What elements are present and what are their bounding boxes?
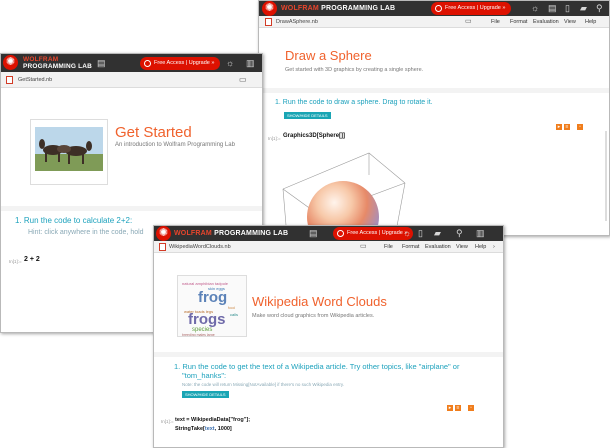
menu-file[interactable]: File	[491, 19, 500, 25]
notebook-icon[interactable]: ▤	[548, 3, 557, 13]
svg-text:food: food	[228, 306, 235, 310]
new-notebook-icon[interactable]: ▯	[565, 3, 570, 13]
svg-text:calls: calls	[230, 312, 238, 317]
code-input[interactable]: 2 + 2	[24, 256, 40, 263]
wolfram-logo-icon[interactable]: ✺	[3, 55, 18, 70]
settings-gear-icon[interactable]: ☼	[531, 3, 539, 13]
section-separator	[259, 88, 609, 93]
notebook-file-icon	[265, 18, 272, 26]
file-bar: GetStarted.nb ▭	[1, 72, 262, 88]
notebook-subtitle: Make word cloud graphics from Wikipedia …	[252, 313, 375, 319]
section-separator	[154, 352, 503, 357]
file-name: WikipediaWordClouds.nb	[169, 244, 231, 250]
step-1-text-line1: 1. Run the code to get the text of a Wik…	[174, 362, 460, 371]
open-folder-icon[interactable]: ▰	[580, 3, 587, 13]
input-label: In[1]:=	[161, 419, 174, 424]
window-wikipedia-word-clouds: ✺ WOLFRAM PROGRAMMING LAB ▤ Free Access …	[153, 225, 504, 448]
notebook-title: Get Started	[115, 124, 192, 141]
menu-more[interactable]: ›	[493, 244, 495, 250]
settings-gear-icon[interactable]: ☼	[226, 58, 234, 68]
code-input-line2[interactable]: StringTake[text, 1000]	[175, 426, 232, 432]
step-1-text-line2: "tom_hanks":	[182, 371, 227, 380]
search-icon[interactable]: ⚲	[596, 3, 603, 13]
note-text: Note: the code will return Missing[NotAv…	[182, 382, 345, 387]
sidebar-icon[interactable]: ▥	[246, 58, 255, 68]
upgrade-button[interactable]: Free Access | Upgrade »	[431, 2, 512, 15]
menu-help[interactable]: Help	[475, 244, 486, 250]
new-notebook-icon[interactable]: ▯	[418, 228, 423, 238]
notebook-subtitle: An introduction to Wolfram Programming L…	[115, 142, 235, 148]
input-label: In[1]:=	[268, 136, 281, 141]
show-hide-details-button[interactable]: SHOW/HIDE DETAILS	[182, 391, 229, 398]
horse-image	[30, 119, 108, 185]
step-1-text: 1. Run the code to calculate 2+2:	[15, 216, 133, 225]
menu-help[interactable]: Help	[585, 19, 596, 25]
menu-evaluation[interactable]: Evaluation	[425, 244, 451, 250]
sidebar-icon[interactable]: ▥	[476, 228, 485, 238]
present-icon[interactable]: ▭	[465, 17, 472, 27]
run-icon[interactable]: ▸	[556, 124, 562, 130]
menu-format[interactable]: Format	[510, 19, 527, 25]
copy-icon[interactable]: ▫	[468, 405, 474, 411]
word-cloud-image: natural amphibian tadpole skin eggs frog…	[177, 275, 247, 337]
menu-format[interactable]: Format	[402, 244, 419, 250]
notebook-icon[interactable]: ▤	[309, 228, 318, 238]
wolfram-logo-icon[interactable]: ✺	[262, 1, 277, 16]
title-bar: ✺ WOLFRAM PROGRAMMING LAB ▤ Free Access |…	[1, 54, 262, 72]
upgrade-button[interactable]: Free Access | Upgrade »	[140, 57, 221, 70]
notebook-icon[interactable]: ▤	[97, 58, 106, 68]
menu-view[interactable]: View	[456, 244, 468, 250]
brand-name: WOLFRAM PROGRAMMING LAB	[281, 5, 396, 12]
file-name: GetStarted.nb	[18, 77, 53, 83]
hint-text: Hint: click anywhere in the code, hold	[28, 229, 144, 236]
menu-file[interactable]: File	[384, 244, 393, 250]
title-bar: ✺ WOLFRAM PROGRAMMING LAB Free Access | …	[259, 1, 609, 16]
show-hide-details-button[interactable]: SHOW/HIDE DETAILS	[284, 112, 331, 119]
file-bar: DrawASphere.nb ▭ File Format Evaluation …	[259, 16, 609, 28]
present-icon[interactable]: ▭	[360, 242, 367, 252]
menu-evaluation[interactable]: Evaluation	[533, 19, 559, 25]
notebook-subtitle: Get started with 3D graphics by creating…	[285, 67, 424, 73]
cloud-word-frogs: frogs	[188, 311, 226, 328]
sphere-graphic[interactable]	[279, 145, 439, 236]
brand-name: WOLFRAM PROGRAMMING LAB	[23, 56, 93, 70]
run-icon[interactable]: ▸	[447, 405, 453, 411]
step-1-text: 1. Run the code to draw a sphere. Drag t…	[275, 99, 433, 106]
toggle-icon[interactable]: ≡	[564, 124, 570, 130]
code-input[interactable]: Graphics3D[Sphere[]]	[283, 133, 345, 139]
brand-name: WOLFRAM PROGRAMMING LAB	[174, 230, 289, 237]
present-icon[interactable]: ▭	[239, 75, 247, 85]
menu-view[interactable]: View	[564, 19, 576, 25]
title-bar: ✺ WOLFRAM PROGRAMMING LAB ▤ Free Access …	[154, 226, 503, 241]
upgrade-button[interactable]: Free Access | Upgrade »	[333, 227, 414, 240]
search-icon[interactable]: ⚲	[456, 228, 463, 238]
cloud-word-frog: frog	[198, 289, 227, 306]
input-label: In[1]:=	[9, 259, 22, 264]
notebook-title: Wikipedia Word Clouds	[252, 294, 387, 309]
svg-text:breeding males large: breeding males large	[182, 333, 215, 337]
file-bar: WikipediaWordClouds.nb ▭ File Format Eva…	[154, 241, 503, 253]
notebook-file-icon	[159, 243, 166, 251]
open-folder-icon[interactable]: ▰	[434, 228, 441, 238]
copy-icon[interactable]: ▫	[577, 124, 583, 130]
code-input-line1[interactable]: text = WikipediaData["frog"];	[175, 417, 250, 423]
settings-gear-icon[interactable]: ☼	[403, 228, 411, 238]
notebook-file-icon	[6, 76, 13, 84]
notebook-title: Draw a Sphere	[285, 48, 372, 63]
section-separator	[1, 206, 262, 211]
toggle-icon[interactable]: ≡	[455, 405, 461, 411]
scrollbar[interactable]	[605, 131, 607, 221]
window-draw-a-sphere: ✺ WOLFRAM PROGRAMMING LAB Free Access | …	[258, 0, 610, 236]
file-name: DrawASphere.nb	[276, 19, 318, 25]
wolfram-logo-icon[interactable]: ✺	[156, 226, 171, 241]
